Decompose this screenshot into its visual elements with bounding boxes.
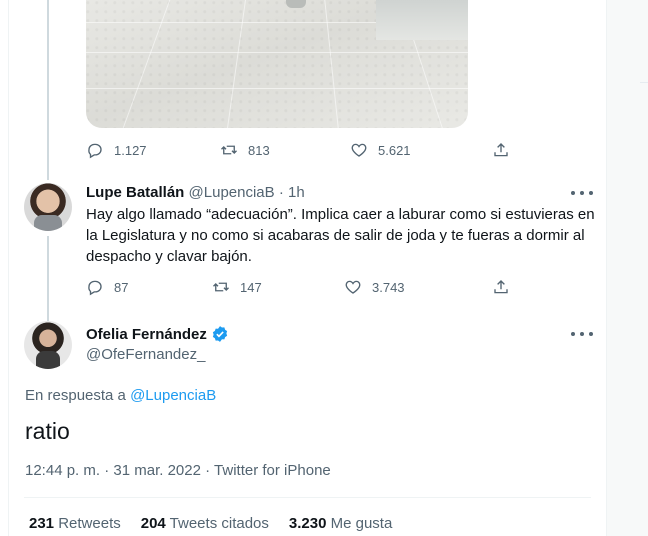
more-icon xyxy=(571,191,575,195)
share-button[interactable] xyxy=(492,141,510,159)
tweet-stats: 231 Retweets 204 Tweets citados 3.230 Me… xyxy=(29,515,392,532)
retweet-count: 813 xyxy=(248,142,270,158)
quotes-stat[interactable]: 204 Tweets citados xyxy=(141,515,269,532)
likes-label: Me gusta xyxy=(330,515,393,532)
right-sidebar-card-edge xyxy=(640,0,648,83)
author-handle[interactable]: @OfeFernandez_ xyxy=(86,346,205,363)
like-count: 3.743 xyxy=(372,279,405,295)
retweet-button[interactable]: 813 xyxy=(220,141,270,159)
author-handle[interactable]: @LupenciaB xyxy=(189,184,275,201)
like-count: 5.621 xyxy=(378,142,411,158)
tweet-source[interactable]: Twitter for iPhone xyxy=(214,462,331,479)
tweet-media-photo[interactable] xyxy=(86,0,468,128)
author-name[interactable]: Lupe Batallán xyxy=(86,184,184,201)
prev-tweet-actions: 1.127 813 5.621 xyxy=(86,141,516,163)
tweet-time[interactable]: 12:44 p. m. xyxy=(25,462,100,479)
reply-tweet-actions: 87 147 3.743 xyxy=(86,278,516,300)
author-name[interactable]: Ofelia Fernández xyxy=(86,326,207,343)
thread-connector-line-lower xyxy=(47,236,49,322)
reply-count: 87 xyxy=(114,279,129,295)
reply-icon xyxy=(88,143,102,159)
share-button[interactable] xyxy=(492,278,510,296)
reply-tweet-text: Hay algo llamado “adecuación”. Implica c… xyxy=(86,206,595,265)
retweet-button[interactable]: 147 xyxy=(212,278,262,296)
likes-count: 3.230 xyxy=(288,515,327,532)
retweet-count: 147 xyxy=(240,279,262,295)
like-icon xyxy=(351,143,367,157)
retweet-icon xyxy=(221,145,237,155)
likes-stat[interactable]: 3.230 Me gusta xyxy=(289,515,392,532)
main-tweet-author[interactable]: Ofelia Fernández xyxy=(86,325,229,343)
share-icon xyxy=(494,143,508,157)
quotes-label: Tweets citados xyxy=(169,515,269,532)
like-button[interactable]: 3.743 xyxy=(344,278,405,296)
retweets-label: Retweets xyxy=(58,515,121,532)
reply-count: 1.127 xyxy=(114,142,147,158)
quotes-count: 204 xyxy=(140,515,166,532)
reply-context-mention[interactable]: @LupenciaB xyxy=(130,387,216,404)
timeline-left-border xyxy=(8,0,9,536)
reply-button[interactable]: 87 xyxy=(86,278,128,296)
tweet-date[interactable]: 31 mar. 2022 xyxy=(113,462,201,479)
like-icon xyxy=(345,280,361,294)
dot-separator: · xyxy=(278,184,284,201)
retweet-icon xyxy=(213,282,229,292)
more-button-reply[interactable] xyxy=(571,188,593,198)
retweets-count: 231 xyxy=(29,515,55,532)
reply-tweet-header: Lupe Batallán @LupenciaB · 1h xyxy=(86,184,305,201)
main-tweet-text: ratio xyxy=(25,418,70,444)
reply-context-label: En respuesta a xyxy=(25,387,126,404)
reply-icon xyxy=(88,280,102,296)
like-button[interactable]: 5.621 xyxy=(350,141,411,159)
more-button-main[interactable] xyxy=(571,329,593,339)
avatar-ofelia[interactable] xyxy=(24,321,72,369)
avatar-lupe[interactable] xyxy=(24,183,72,231)
tweet-metadata: 12:44 p. m. · 31 mar. 2022 · Twitter for… xyxy=(25,462,331,479)
more-icon xyxy=(571,332,575,336)
reply-context: En respuesta a @LupenciaB xyxy=(25,387,216,404)
tweet-time[interactable]: 1h xyxy=(288,184,305,201)
stats-divider xyxy=(24,497,591,498)
thread-connector-line xyxy=(47,0,49,180)
dot-separator: · xyxy=(205,462,211,479)
share-icon xyxy=(494,280,508,294)
retweets-stat[interactable]: 231 Retweets xyxy=(29,515,121,532)
verified-badge-icon xyxy=(212,326,227,342)
dot-separator: · xyxy=(104,462,110,479)
reply-button[interactable]: 1.127 xyxy=(86,141,147,159)
